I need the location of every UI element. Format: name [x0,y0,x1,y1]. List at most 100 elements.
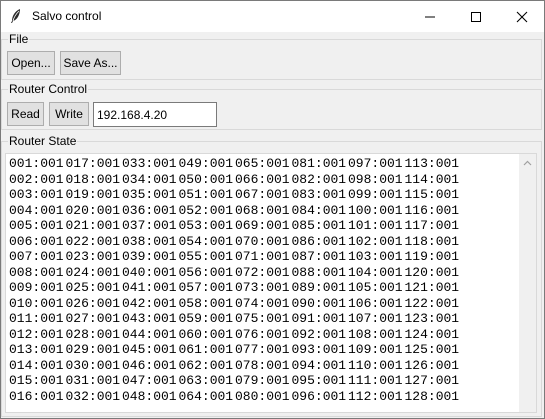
state-cell: 096:001 [291,388,347,404]
state-cell: 051:001 [178,187,234,202]
state-cell: 063:001 [178,373,234,388]
maximize-button[interactable] [453,1,499,32]
state-cell: 115:001 [404,187,460,202]
write-button[interactable]: Write [49,102,89,126]
state-cell: 108:001 [348,326,403,342]
state-cell: 058:001 [178,295,234,311]
state-cell: 035:001 [122,187,177,202]
state-cell: 050:001 [178,171,234,187]
state-cell: 097:001 [348,156,403,171]
state-cell: 078:001 [235,357,290,373]
state-row: 005:001 021:001 037:001 053:001 069:001 085:0… [9,218,461,234]
state-cell: 031:001 [65,373,121,388]
state-cell: 052:001 [178,202,234,218]
state-row: 007:001 023:001 039:001 055:001 071:001 087:0… [9,249,461,265]
state-cell: 003:001 [9,187,64,202]
state-cell: 079:001 [235,373,290,388]
state-row: 006:001 022:001 038:001 054:001 070:001 086:0… [9,234,461,250]
state-cell: 027:001 [65,311,121,326]
state-cell: 123:001 [404,311,460,326]
state-row: 009:001 025:001 041:001 057:001 073:001 089:0… [9,280,461,296]
state-cell: 101:001 [348,218,403,233]
state-cell: 087:001 [291,249,347,264]
state-cell: 069:001 [235,218,290,233]
close-button[interactable] [499,1,545,32]
state-row: 003:001 019:001 035:001 051:001 067:001 083:0… [9,187,461,203]
state-cell: 093:001 [291,342,347,357]
state-cell: 068:001 [235,202,290,218]
close-icon [516,11,528,22]
file-group-label: File [9,32,29,46]
router-state-grid: 001:001 017:001 033:001 049:001 065:001 081:0… [9,156,461,404]
minimize-button[interactable] [407,1,453,32]
state-cell: 037:001 [122,218,177,233]
state-row: 011:001 027:001 043:001 059:001 075:001 091:0… [9,311,461,327]
state-cell: 105:001 [348,280,403,295]
chevron-up-icon [523,160,532,165]
state-cell: 036:001 [122,202,177,218]
state-cell: 075:001 [235,311,290,326]
state-cell: 039:001 [122,249,177,264]
state-cell: 106:001 [348,295,403,311]
state-cell: 102:001 [348,233,403,249]
state-row: 015:001 031:001 047:001 063:001 079:001 095:0… [9,373,461,389]
state-cell: 090:001 [291,295,347,311]
state-cell: 047:001 [122,373,177,388]
state-cell: 091:001 [291,311,347,326]
ip-address-input[interactable] [93,102,217,127]
state-cell: 114:001 [404,171,460,187]
state-cell: 071:001 [235,249,290,264]
state-cell: 056:001 [178,264,234,280]
state-cell: 109:001 [348,342,403,357]
window-title: Salvo control [32,9,102,23]
open-button[interactable]: Open... [7,51,55,75]
state-cell: 020:001 [65,202,121,218]
state-cell: 121:001 [404,280,460,295]
state-cell: 032:001 [65,388,121,404]
state-cell: 026:001 [65,295,121,311]
title-bar[interactable]: Salvo control [1,1,544,32]
state-cell: 113:001 [404,156,460,171]
scroll-up-button[interactable] [519,154,536,171]
state-cell: 107:001 [348,311,403,326]
state-cell: 010:001 [9,295,64,311]
state-cell: 070:001 [235,233,290,249]
state-cell: 011:001 [9,311,64,326]
state-row: 004:001 020:001 036:001 052:001 068:001 084:0… [9,203,461,219]
router-state-label: Router State [9,134,77,148]
state-cell: 103:001 [348,249,403,264]
state-cell: 013:001 [9,342,64,357]
state-cell: 119:001 [404,249,460,264]
router-state-text[interactable]: 001:001 017:001 033:001 049:001 065:001 081:0… [5,153,537,413]
state-cell: 099:001 [348,187,403,202]
save-as-button[interactable]: Save As... [60,51,121,75]
state-cell: 030:001 [65,357,121,373]
state-cell: 024:001 [65,264,121,280]
state-cell: 112:001 [348,388,403,404]
state-cell: 064:001 [178,388,234,404]
state-cell: 095:001 [291,373,347,388]
state-cell: 089:001 [291,280,347,295]
state-cell: 072:001 [235,264,290,280]
state-cell: 059:001 [178,311,234,326]
state-cell: 044:001 [122,326,177,342]
state-cell: 053:001 [178,218,234,233]
state-cell: 125:001 [404,342,460,357]
state-cell: 040:001 [122,264,177,280]
state-cell: 042:001 [122,295,177,311]
vertical-scrollbar[interactable] [519,154,536,412]
state-cell: 018:001 [65,171,121,187]
state-cell: 005:001 [9,218,64,233]
state-cell: 025:001 [65,280,121,295]
read-button[interactable]: Read [7,102,44,126]
state-cell: 014:001 [9,357,64,373]
state-cell: 016:001 [9,388,64,404]
state-row: 010:001 026:001 042:001 058:001 074:001 090:0… [9,296,461,312]
state-cell: 021:001 [65,218,121,233]
state-cell: 098:001 [348,171,403,187]
scroll-thumb[interactable] [523,171,532,401]
state-cell: 029:001 [65,342,121,357]
state-cell: 126:001 [404,357,460,373]
state-row: 012:001 028:001 044:001 060:001 076:001 092:0… [9,327,461,343]
maximize-icon [471,11,481,22]
